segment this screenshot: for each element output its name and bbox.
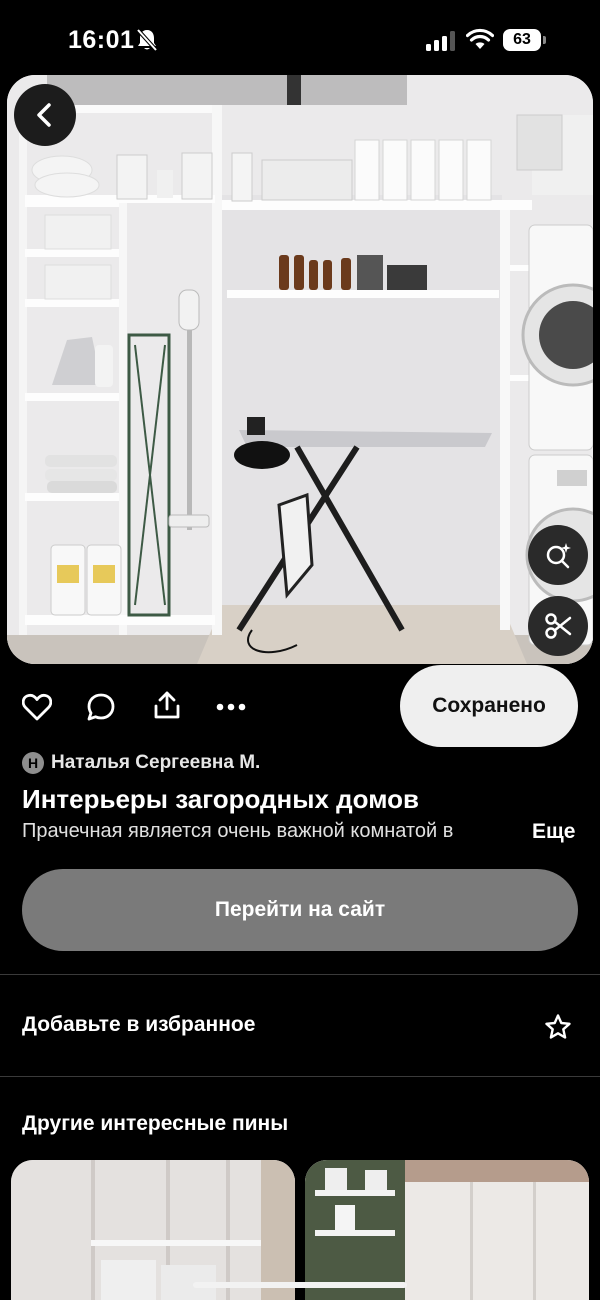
wifi-icon bbox=[466, 28, 494, 49]
divider bbox=[0, 974, 600, 975]
pin-image[interactable] bbox=[7, 75, 593, 664]
pin-title: Интерьеры загородных домов bbox=[22, 784, 419, 814]
more-icon bbox=[216, 703, 246, 711]
add-to-favorites-row[interactable]: Добавьте в избранное bbox=[0, 976, 600, 1076]
status-bar: 16:01 63 bbox=[0, 0, 600, 78]
laundry-room-photo bbox=[7, 75, 593, 664]
related-pin[interactable] bbox=[11, 1160, 295, 1300]
pin-description: Прачечная является очень важной комнатой… bbox=[22, 820, 454, 842]
bell-off-icon bbox=[136, 28, 158, 52]
signal-icon bbox=[426, 31, 455, 51]
avatar: Н bbox=[22, 752, 44, 774]
comment-icon bbox=[87, 693, 115, 721]
saved-button[interactable]: Сохранено bbox=[400, 665, 578, 747]
chevron-left-icon bbox=[37, 103, 51, 127]
author-name: Наталья Сергеевна М. bbox=[51, 752, 261, 773]
home-indicator[interactable] bbox=[193, 1282, 407, 1288]
more-link[interactable]: Еще bbox=[532, 820, 575, 844]
share-button[interactable] bbox=[146, 684, 188, 726]
visit-site-button[interactable]: Перейти на сайт bbox=[22, 869, 578, 951]
more-pins-heading: Другие интересные пины bbox=[22, 1112, 289, 1135]
divider bbox=[0, 1076, 600, 1077]
author-row[interactable]: Н Наталья Сергеевна М. bbox=[22, 751, 260, 775]
scissors-icon bbox=[545, 613, 572, 639]
status-time: 16:01 bbox=[68, 26, 135, 54]
more-button[interactable] bbox=[210, 686, 252, 728]
battery-icon: 63 bbox=[503, 29, 547, 51]
heart-icon bbox=[22, 693, 52, 721]
favorites-label: Добавьте в избранное bbox=[22, 1013, 256, 1036]
back-button[interactable] bbox=[14, 84, 76, 146]
share-icon bbox=[154, 691, 180, 719]
star-icon bbox=[545, 1014, 571, 1039]
cut-button[interactable] bbox=[528, 596, 588, 656]
like-button[interactable] bbox=[16, 686, 58, 728]
related-pin[interactable] bbox=[305, 1160, 589, 1300]
visual-search-button[interactable] bbox=[528, 525, 588, 585]
comment-button[interactable] bbox=[80, 686, 122, 728]
visual-search-icon bbox=[546, 543, 571, 569]
battery-level: 63 bbox=[503, 29, 541, 51]
